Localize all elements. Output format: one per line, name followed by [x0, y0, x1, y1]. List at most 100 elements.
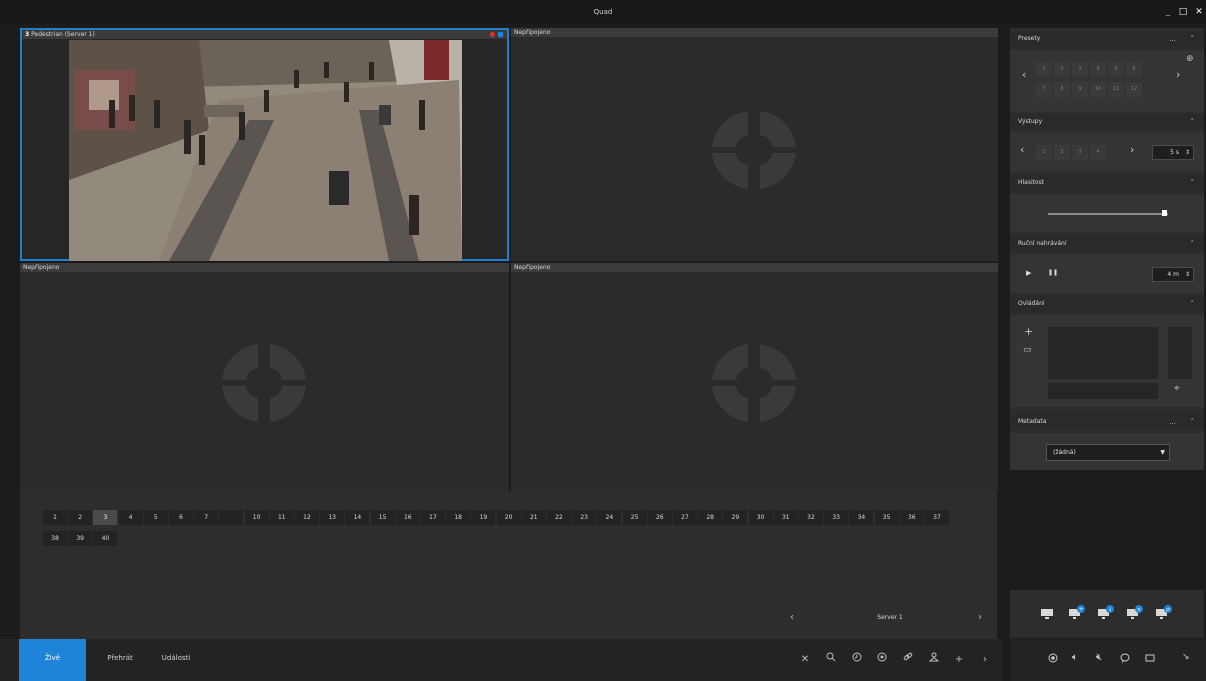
camera-number-button[interactable]: 36 [899, 510, 924, 525]
camera-number-button[interactable]: 37 [925, 510, 949, 525]
search-icon[interactable] [822, 651, 840, 669]
minimize-button[interactable]: _ [1161, 0, 1175, 24]
camera-number-button[interactable]: 4 [118, 510, 143, 525]
chevron-up-icon[interactable]: ˄ [1191, 175, 1195, 191]
camera-number-button[interactable]: 38 [43, 531, 67, 546]
preset-button[interactable]: 11 [1108, 82, 1124, 97]
preset-button[interactable]: 6 [1126, 62, 1142, 77]
camera-number-button[interactable]: 22 [547, 510, 571, 525]
window-icon[interactable] [1145, 653, 1155, 666]
volume-header[interactable]: Hlasitost ˄ [1010, 175, 1204, 191]
plus-icon[interactable]: + [950, 651, 968, 669]
preset-button[interactable]: 1 [1036, 62, 1052, 77]
resize-icon[interactable]: ↘ [1182, 652, 1190, 662]
volume-slider-track[interactable] [1048, 213, 1168, 215]
camera-number-button[interactable]: 20 [496, 510, 521, 525]
monitor-remove-icon[interactable]: × [1126, 604, 1144, 620]
chevron-right-icon[interactable]: › [976, 651, 994, 669]
camera-tile-3[interactable]: Nepřipojeno [20, 263, 509, 492]
zoom-slider[interactable] [1168, 327, 1192, 379]
chevron-up-icon[interactable]: ˄ [1191, 236, 1195, 252]
camera-number-button[interactable]: 21 [521, 510, 546, 525]
close-icon[interactable]: ✕ [796, 651, 814, 669]
pause-icon[interactable]: ❚❚ [1048, 269, 1058, 276]
camera-tile-1[interactable]: 3 Pedestrian (Server 1) [20, 28, 509, 261]
camera-number-button[interactable]: 23 [572, 510, 597, 525]
manual-recording-header[interactable]: Ruční nahrávání ˄ [1010, 236, 1204, 252]
close-button[interactable]: ✕ [1192, 0, 1206, 24]
camera-number-button[interactable]: 24 [597, 510, 622, 525]
rectangle-icon[interactable]: ▭ [1023, 345, 1032, 355]
tab-live[interactable]: Živě [19, 639, 86, 681]
play-icon[interactable]: ▶ [1026, 269, 1031, 277]
camera-number-button[interactable]: 28 [698, 510, 723, 525]
outputs-header[interactable]: Výstupy ˄ [1010, 114, 1204, 130]
crosshair-icon[interactable]: ⌖ [1174, 383, 1180, 394]
preset-button[interactable]: 7 [1036, 82, 1052, 97]
camera-number-button[interactable]: 12 [295, 510, 319, 525]
focus-slider[interactable] [1048, 383, 1158, 399]
camera-number-button[interactable]: 27 [673, 510, 697, 525]
camera-number-button[interactable]: 40 [93, 531, 118, 546]
maximize-button[interactable]: □ [1176, 0, 1190, 24]
camera-number-button[interactable]: 1 [43, 510, 67, 525]
monitor-sync-icon[interactable]: ⇄ [1155, 604, 1173, 620]
ptz-pad[interactable] [1048, 327, 1158, 379]
metadata-header[interactable]: Metadata ... ˄ [1010, 414, 1204, 430]
chat-icon[interactable] [1120, 653, 1130, 666]
user-icon[interactable] [925, 651, 943, 669]
camera-number-button[interactable]: 32 [799, 510, 823, 525]
output-button[interactable]: 3 [1072, 145, 1088, 160]
metadata-more-button[interactable]: ... [1169, 414, 1176, 430]
server-next-button[interactable]: › [978, 612, 982, 623]
camera-number-button[interactable]: 7 [194, 510, 219, 525]
output-duration-stepper[interactable]: 5 s ⇕ [1152, 145, 1194, 160]
camera-number-button[interactable]: 33 [824, 510, 849, 525]
camera-number-button[interactable]: 25 [622, 510, 647, 525]
clock-icon[interactable] [848, 651, 866, 669]
preset-button[interactable]: 12 [1126, 82, 1142, 97]
chevron-up-icon[interactable]: ˄ [1191, 296, 1195, 312]
outputs-next-button[interactable]: › [1130, 143, 1134, 156]
chevron-up-icon[interactable]: ˄ [1191, 414, 1195, 430]
speaker-mute-icon[interactable]: 🔇︎ [1096, 652, 1102, 663]
volume-slider-thumb[interactable] [1162, 210, 1167, 216]
speaker-icon[interactable]: 🔈︎ [1072, 652, 1078, 663]
camera-number-button[interactable]: 13 [320, 510, 345, 525]
chevron-up-icon[interactable]: ˄ [1191, 114, 1195, 130]
outputs-prev-button[interactable]: ‹ [1020, 143, 1024, 156]
camera-number-button[interactable]: 6 [169, 510, 193, 525]
preset-button[interactable]: 3 [1072, 62, 1088, 77]
camera-number-button[interactable]: 18 [446, 510, 471, 525]
camera-number-button[interactable]: 34 [849, 510, 874, 525]
preset-button[interactable]: 2 [1054, 62, 1070, 77]
record-icon[interactable] [1048, 653, 1058, 666]
output-button[interactable]: 1 [1036, 145, 1052, 160]
link-icon[interactable] [899, 651, 917, 669]
camera-number-button[interactable]: 16 [395, 510, 420, 525]
monitor-download-icon[interactable]: ↓ [1097, 604, 1115, 620]
tab-playback[interactable]: Přehrát [96, 639, 144, 681]
chevron-up-icon[interactable]: ˄ [1191, 31, 1195, 47]
camera-tile-2[interactable]: Nepřipojeno [511, 28, 998, 261]
controls-header[interactable]: Ovládání ˄ [1010, 296, 1204, 312]
output-button[interactable]: 4 [1090, 145, 1106, 160]
add-preset-icon[interactable]: ⊕ [1186, 54, 1194, 64]
camera-number-button[interactable]: 26 [647, 510, 672, 525]
presets-prev-button[interactable]: ‹ [1022, 68, 1026, 81]
camera-number-button[interactable]: 11 [269, 510, 294, 525]
output-button[interactable]: 2 [1054, 145, 1070, 160]
stepper-arrows-icon[interactable]: ⇕ [1185, 268, 1190, 281]
stepper-arrows-icon[interactable]: ⇕ [1185, 146, 1190, 159]
camera-number-button[interactable]: 35 [874, 510, 899, 525]
metadata-select[interactable]: (žádná) ▼ [1046, 444, 1170, 461]
preset-button[interactable]: 8 [1054, 82, 1070, 97]
camera-tile-4[interactable]: Nepřipojeno [511, 263, 998, 492]
camera-number-button[interactable]: 2 [68, 510, 93, 525]
server-prev-button[interactable]: ‹ [790, 612, 794, 623]
camera-number-button[interactable]: 31 [773, 510, 798, 525]
monitor-icon[interactable] [1040, 608, 1054, 620]
presets-header[interactable]: Presety ... ˄ [1010, 31, 1204, 47]
tab-events[interactable]: Události [152, 639, 200, 681]
camera-number-button[interactable]: 39 [68, 531, 93, 546]
